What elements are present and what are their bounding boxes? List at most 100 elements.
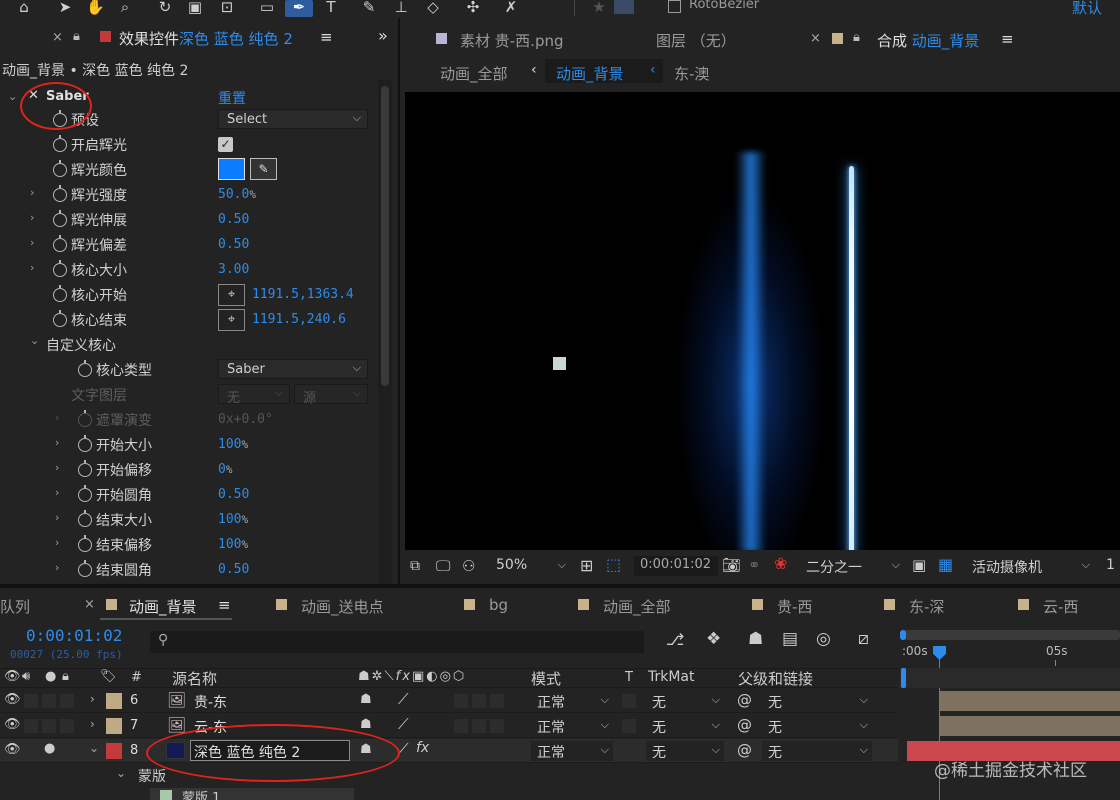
twirl-right-icon[interactable]: ›	[30, 211, 34, 224]
stopwatch-icon[interactable]	[53, 160, 67, 177]
snapping-toggle[interactable]	[614, 0, 634, 14]
lock-switch[interactable]	[60, 744, 74, 758]
effect-panel-lock-icon[interactable]: 🔒︎	[73, 29, 80, 44]
mask-view-icon[interactable]: ⚇	[462, 557, 475, 575]
snapshot-region-icon[interactable]: ⧉	[410, 558, 420, 574]
trkmat-dropdown[interactable]: 无 ⌵	[646, 741, 724, 761]
rotate-tool-icon[interactable]: ↻	[156, 0, 174, 16]
preserve-transparency-switch[interactable]	[622, 719, 636, 733]
twirl-right-icon[interactable]: ›	[55, 511, 59, 524]
quality-switch-icon[interactable]: ⟋	[398, 690, 409, 708]
tab-comp[interactable]: 动画_全部	[603, 596, 671, 617]
mask-item-row[interactable]: 蒙版 1	[150, 788, 354, 800]
effect-panel-scroll-thumb[interactable]	[381, 86, 389, 386]
stopwatch-icon[interactable]	[78, 560, 92, 577]
eye-icon[interactable]: 👁︎	[4, 692, 21, 707]
tab-footage[interactable]: 素材 贵-西.png	[460, 30, 564, 51]
core-end-value[interactable]: 1191.5,240.6	[252, 312, 346, 327]
twirl-right-icon[interactable]: ›	[30, 186, 34, 199]
parent-dropdown[interactable]: 无 ⌵	[762, 741, 872, 761]
switch[interactable]	[472, 719, 486, 733]
stopwatch-icon[interactable]	[78, 485, 92, 502]
stopwatch-icon[interactable]	[78, 510, 92, 527]
comp-tab-lock-icon[interactable]: 🔒︎	[853, 30, 860, 45]
solo-switch[interactable]	[42, 694, 56, 708]
hand-tool-icon[interactable]: ✋	[86, 0, 105, 16]
layer-row[interactable]: 👁︎ › 6 🖼︎ 贵-东 ☗ ⟋ 正常 ⌵ 无 ⌵ @ 无 ⌵	[0, 689, 898, 713]
eraser-tool-icon[interactable]: ◇	[424, 0, 442, 16]
comp-nav-right[interactable]: 东-澳	[674, 63, 709, 84]
shy-switch-icon[interactable]: ☗	[360, 692, 372, 707]
stopwatch-icon[interactable]	[53, 260, 67, 277]
tab-layer[interactable]: 图层 （无）	[656, 30, 736, 51]
audio-switch[interactable]	[24, 694, 38, 708]
timeline-tab-close-icon[interactable]: ×	[84, 597, 95, 612]
work-area-bar[interactable]	[900, 630, 1120, 640]
tab-composition[interactable]: 合成 动画_背景	[877, 30, 979, 51]
layer-label-color[interactable]	[106, 693, 122, 709]
views-count[interactable]: 1	[1106, 557, 1115, 573]
resolution-dropdown[interactable]: 二分之一 ⌵	[800, 556, 904, 576]
glow-spread-value[interactable]: 0.50	[218, 212, 249, 227]
solo-icon[interactable]: ●	[45, 669, 56, 684]
shy-switch-icon[interactable]: ☗	[360, 717, 372, 732]
eye-icon[interactable]: 👁︎	[4, 717, 21, 732]
stopwatch-icon[interactable]	[78, 435, 92, 452]
twirl-right-icon[interactable]: ›	[30, 236, 34, 249]
tab-comp[interactable]: 贵-西	[777, 596, 812, 617]
text-tool-icon[interactable]: T	[322, 0, 340, 16]
rotobezier-checkbox[interactable]	[668, 0, 681, 13]
shy-layers-icon[interactable]: ☗	[748, 629, 763, 649]
timeline-panel-menu-icon[interactable]: ≡	[218, 596, 231, 614]
effect-panel-menu-icon[interactable]: ≡	[320, 28, 333, 46]
region-of-interest-icon[interactable]: ▣	[912, 556, 926, 574]
zoom-dropdown[interactable]: 50% ⌵	[490, 556, 570, 576]
switch[interactable]	[490, 744, 504, 758]
roto-brush-tool-icon[interactable]: ✣	[464, 0, 482, 16]
pickwhip-icon[interactable]: @	[737, 716, 752, 734]
end-size-value[interactable]: 100%	[218, 512, 248, 527]
crosshair-icon[interactable]: ⌖	[218, 284, 245, 306]
pickwhip-icon[interactable]: @	[737, 691, 752, 709]
work-area-start-handle[interactable]	[900, 630, 906, 640]
layer-name[interactable]: 贵-东	[194, 692, 227, 712]
twirl-right-icon[interactable]: ›	[30, 261, 34, 274]
switch[interactable]	[490, 719, 504, 733]
toggle-transparency-icon[interactable]: ▦	[938, 555, 953, 574]
twirl-down-icon[interactable]: ⌄	[89, 741, 99, 755]
composition-canvas[interactable]	[405, 92, 1120, 550]
glow-bias-value[interactable]: 0.50	[218, 237, 249, 252]
stopwatch-icon[interactable]	[53, 235, 67, 252]
layer-row[interactable]: 👁︎ › 7 🖼︎ 云-东 ☗ ⟋ 正常 ⌵ 无 ⌵ @ 无 ⌵	[0, 714, 898, 738]
draft-3d-icon[interactable]: ❖	[706, 629, 721, 649]
tab-comp[interactable]: 东-深	[909, 596, 944, 617]
zoom-tool-icon[interactable]: ⌕	[116, 0, 134, 16]
tab-comp[interactable]: 云-西	[1043, 596, 1078, 617]
solo-dot-icon[interactable]: ●	[44, 741, 55, 756]
stopwatch-icon[interactable]	[78, 535, 92, 552]
workspace-label[interactable]: 默认	[1072, 0, 1102, 18]
twirl-right-icon[interactable]: ›	[55, 461, 59, 474]
layer-duration-bar[interactable]	[940, 691, 1120, 711]
graph-editor-icon[interactable]: ⧄	[858, 629, 869, 649]
audio-icon[interactable]: 🔊︎	[22, 669, 30, 684]
lock-icon[interactable]: 🔒︎	[62, 669, 69, 684]
stopwatch-icon[interactable]	[53, 285, 67, 302]
crosshair-icon[interactable]: ⌖	[218, 309, 245, 331]
puppet-tool-icon[interactable]: ✗	[502, 0, 520, 16]
monitor-icon[interactable]: 🖵︎	[436, 557, 450, 575]
tab-comp[interactable]: 动画_送电点	[301, 596, 384, 617]
twirl-right-icon[interactable]: ›	[55, 436, 59, 449]
transparency-grid-icon[interactable]: ⬚	[606, 555, 621, 574]
preserve-transparency-switch[interactable]	[622, 744, 636, 758]
switch[interactable]	[472, 694, 486, 708]
switch[interactable]	[472, 744, 486, 758]
tab-render-queue[interactable]: 队列	[0, 596, 30, 617]
start-roundness-value[interactable]: 0.50	[218, 487, 249, 502]
switch[interactable]	[454, 694, 468, 708]
stopwatch-icon[interactable]	[78, 460, 92, 477]
camera-tool-icon[interactable]: ▣	[186, 0, 204, 16]
comp-tab-close-icon[interactable]: ×	[810, 31, 821, 46]
pickwhip-icon[interactable]: @	[737, 741, 752, 759]
selection-tool-icon[interactable]: ➤	[56, 0, 74, 16]
